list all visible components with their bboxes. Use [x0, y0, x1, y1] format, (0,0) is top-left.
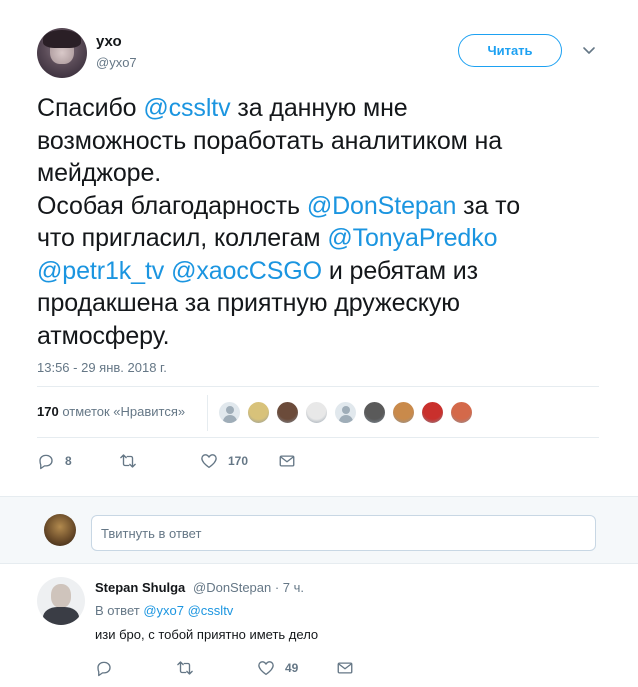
likes-count-link[interactable]: 170 отметок «Нравится»: [37, 404, 185, 419]
reply-count: 8: [65, 454, 72, 468]
tweet-text: Спасибо @cssltv за данную мне возможность…: [37, 92, 597, 352]
tweet-text-segment: что пригласил, коллегам: [37, 224, 328, 252]
direct-message-button[interactable]: [336, 659, 354, 677]
author-display-name[interactable]: ухо: [96, 33, 122, 50]
retweet-icon: [120, 454, 136, 468]
tweet-text-line: Особая благодарность @DonStepan за то: [37, 190, 597, 223]
reply-context: В ответ @yxo7 @cssltv: [95, 603, 233, 618]
mention-link[interactable]: @cssltv: [143, 94, 230, 122]
reply-to-mention[interactable]: @cssltv: [188, 603, 234, 618]
mention-link[interactable]: @xaocCSGO: [171, 257, 322, 285]
retweet-icon: [177, 661, 193, 675]
default-avatar-body: [339, 415, 353, 423]
reply-tweet-actions: 49: [95, 659, 395, 679]
like-button[interactable]: 170: [200, 452, 248, 470]
liker-avatar[interactable]: [218, 401, 241, 424]
tweet-text-line: Спасибо @cssltv за данную мне: [37, 92, 597, 125]
tweet-text-line: что пригласил, коллегам @TonyaPredko: [37, 222, 597, 255]
reply-author-avatar[interactable]: [37, 577, 85, 625]
main-tweet: ухо @yxo7 Читать Спасибо @cssltv за данн…: [0, 0, 638, 496]
default-avatar-head: [342, 406, 350, 414]
default-avatar-body: [223, 415, 237, 423]
tweet-text-segment: Спасибо: [37, 94, 144, 122]
liker-avatar[interactable]: [334, 401, 357, 424]
tweet-actions: 8 170: [37, 452, 437, 472]
reply-to-mention[interactable]: @yxo7: [143, 603, 184, 618]
default-avatar-head: [226, 406, 234, 414]
direct-message-button[interactable]: [278, 452, 296, 470]
chevron-down-icon[interactable]: [582, 43, 596, 57]
tweet-text-segment: и ребятам из: [322, 256, 479, 285]
heart-icon: [258, 661, 274, 676]
divider: [37, 386, 599, 387]
divider: [37, 437, 599, 438]
tweet-text-segment: за данную мне: [230, 94, 408, 122]
reply-icon: [39, 454, 53, 470]
tweet-timestamp[interactable]: 13:56 - 29 янв. 2018 г.: [37, 360, 167, 375]
author-handle[interactable]: @yxo7: [96, 55, 137, 70]
tweet-text-line: @petr1k_tv @xaocCSGO и ребятам из: [37, 255, 597, 288]
tweet-text-segment: продакшена за приятную дружескую: [37, 289, 460, 317]
liker-avatar[interactable]: [421, 401, 444, 424]
likers-avatar-row: [218, 401, 479, 426]
likes-count-label: отметок «Нравится»: [58, 404, 186, 419]
envelope-icon: [279, 455, 295, 467]
reply-button[interactable]: 8: [37, 452, 72, 470]
mention-link[interactable]: @TonyaPredko: [327, 224, 497, 252]
liker-avatar[interactable]: [247, 401, 270, 424]
reply-context-prefix: В ответ: [95, 603, 144, 618]
mention-link[interactable]: @petr1k_tv: [37, 257, 164, 285]
reply-icon: [97, 661, 111, 677]
tweet-text-segment: мейджоре.: [37, 159, 162, 187]
liker-avatar[interactable]: [392, 401, 415, 424]
retweet-button[interactable]: [119, 452, 147, 470]
tweet-text-line: атмосферу.: [37, 320, 597, 353]
tweet-text-line: возможность поработать аналитиком на: [37, 125, 597, 158]
like-count: 49: [285, 661, 299, 675]
reply-author-name[interactable]: Stepan Shulga: [95, 580, 185, 595]
tweet-text-segment: атмосферу.: [37, 321, 170, 350]
tweet-text-segment: Особая благодарность: [37, 191, 307, 220]
reply-button[interactable]: [95, 659, 123, 677]
likes-count-number: 170: [37, 404, 59, 419]
tweet-text-line: мейджоре.: [37, 157, 597, 190]
liker-avatar[interactable]: [363, 401, 386, 424]
reply-author-meta[interactable]: @DonStepan · 7 ч.: [193, 580, 304, 595]
reply-text: изи бро, с тобой приятно иметь дело: [95, 627, 319, 642]
liker-avatar[interactable]: [305, 401, 328, 424]
liker-avatar[interactable]: [450, 401, 473, 424]
reply-input[interactable]: Твитнуть в ответ: [91, 515, 596, 551]
author-avatar[interactable]: [37, 28, 87, 78]
tweet-text-segment: за то: [456, 191, 521, 220]
tweet-text-segment: возможность поработать аналитиком на: [37, 126, 503, 155]
like-count: 170: [228, 454, 249, 468]
reply-tweet[interactable]: Stepan Shulga @DonStepan · 7 ч. В ответ …: [0, 565, 638, 687]
heart-icon: [201, 454, 217, 469]
current-user-avatar: [44, 514, 76, 546]
tweet-text-line: продакшена за приятную дружескую: [37, 287, 597, 320]
like-button[interactable]: 49: [257, 659, 298, 677]
divider: [207, 395, 208, 431]
liker-avatar[interactable]: [276, 401, 299, 424]
follow-button[interactable]: Читать: [458, 34, 562, 67]
retweet-button[interactable]: [176, 659, 204, 677]
mention-link[interactable]: @DonStepan: [307, 192, 457, 220]
envelope-icon: [337, 662, 353, 674]
reply-composer: Твитнуть в ответ: [0, 496, 638, 564]
